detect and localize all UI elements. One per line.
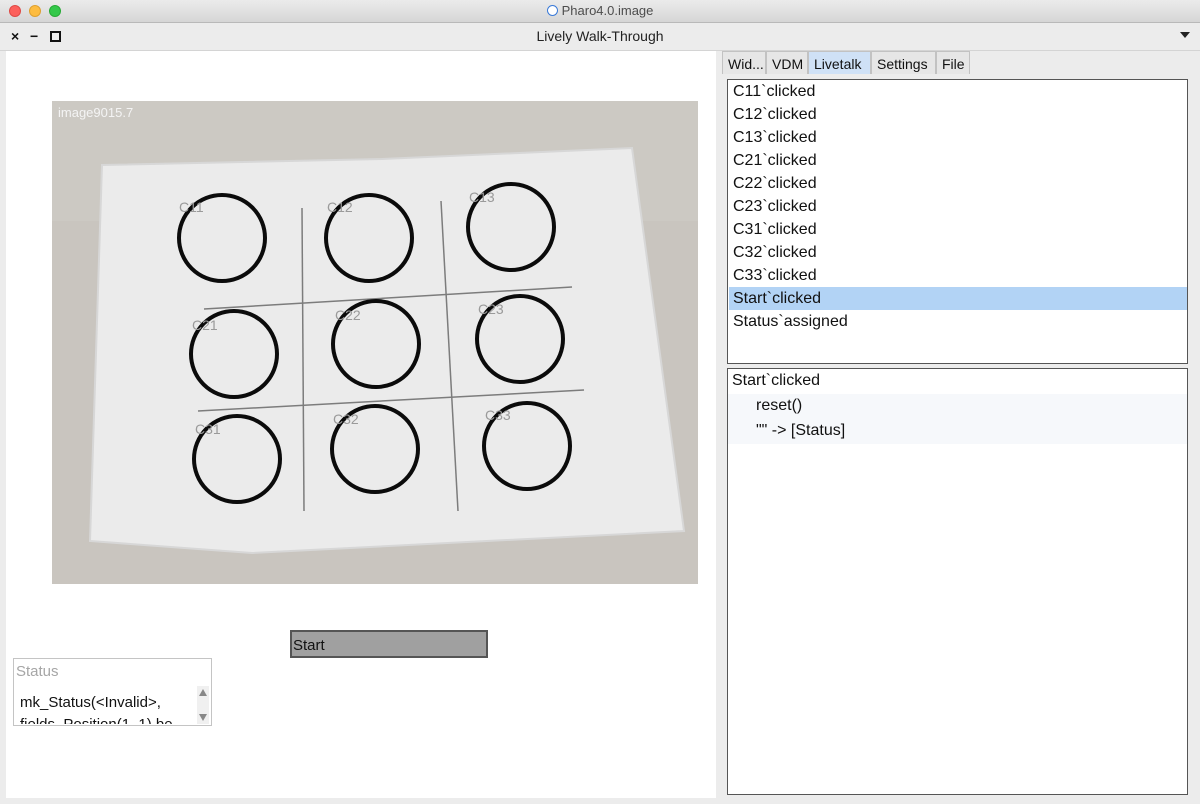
code-line: reset(): [728, 394, 1187, 419]
status-text-area[interactable]: mk_Status(<Invalid>, fields_Position(1, …: [17, 686, 210, 724]
list-item[interactable]: C32`clicked: [729, 241, 1187, 264]
tab-settings[interactable]: Settings: [871, 51, 936, 74]
window-menu-chevron-icon[interactable]: [1180, 32, 1190, 38]
photo-label: image9015.7: [58, 105, 134, 120]
tic-tac-toe-photo[interactable]: image9015.7 C11 C12 C13 C21 C22 C23 C31 …: [52, 101, 698, 584]
scroll-up-icon[interactable]: [199, 689, 207, 696]
status-label: Status: [16, 663, 59, 680]
list-item[interactable]: C13`clicked: [729, 126, 1187, 149]
event-list: C11`clicked C12`clicked C13`clicked C21`…: [727, 79, 1188, 364]
window-title: Lively Walk-Through: [536, 28, 664, 44]
cell-label-c21: C21: [192, 317, 218, 333]
window-titlebar: × − Lively Walk-Through: [0, 23, 1200, 51]
cell-label-c33: C33: [485, 407, 511, 423]
os-window-title: Pharo4.0.image: [0, 3, 1200, 18]
tab-vdm[interactable]: VDM: [766, 51, 808, 74]
pharo-app-icon: [546, 5, 558, 16]
status-scrollbar[interactable]: [197, 686, 209, 724]
cell-label-c13: C13: [469, 189, 495, 205]
list-item-selected[interactable]: Start`clicked: [729, 287, 1187, 310]
cell-label-c11: C11: [179, 199, 204, 215]
tab-file[interactable]: File: [936, 51, 970, 74]
inspector-pane: Wid... VDM Livetalk Settings File C11`cl…: [719, 51, 1194, 798]
cell-label-c23: C23: [478, 301, 504, 317]
cell-label-c12: C12: [327, 199, 353, 215]
list-item[interactable]: C23`clicked: [729, 195, 1187, 218]
cell-label-c31: C31: [195, 421, 221, 437]
code-line: "" -> [Status]: [728, 419, 1187, 444]
list-item[interactable]: C12`clicked: [729, 103, 1187, 126]
cell-label-c22: C22: [335, 307, 361, 323]
status-value: mk_Status(<Invalid>, fields_Position(1, …: [20, 694, 173, 724]
ui-preview-pane: image9015.7 C11 C12 C13 C21 C22 C23 C31 …: [6, 51, 716, 798]
cell-label-c32: C32: [333, 411, 359, 427]
scroll-down-icon[interactable]: [199, 714, 207, 721]
start-button[interactable]: Start: [290, 630, 488, 658]
list-item[interactable]: C11`clicked: [729, 80, 1187, 103]
code-detail-pane[interactable]: Start`clicked reset() "" -> [Status]: [727, 368, 1188, 795]
list-item[interactable]: C21`clicked: [729, 149, 1187, 172]
status-field: Status mk_Status(<Invalid>, fields_Posit…: [13, 658, 212, 726]
code-line-header: Start`clicked: [732, 372, 821, 389]
list-item[interactable]: C22`clicked: [729, 172, 1187, 195]
list-item[interactable]: Status`assigned: [729, 310, 1187, 333]
tab-livetalk[interactable]: Livetalk: [808, 51, 871, 74]
tab-widgets[interactable]: Wid...: [722, 51, 766, 74]
photo-drawing: [52, 101, 698, 584]
list-item[interactable]: C33`clicked: [729, 264, 1187, 287]
list-item[interactable]: C31`clicked: [729, 218, 1187, 241]
os-titlebar: Pharo4.0.image: [0, 0, 1200, 23]
